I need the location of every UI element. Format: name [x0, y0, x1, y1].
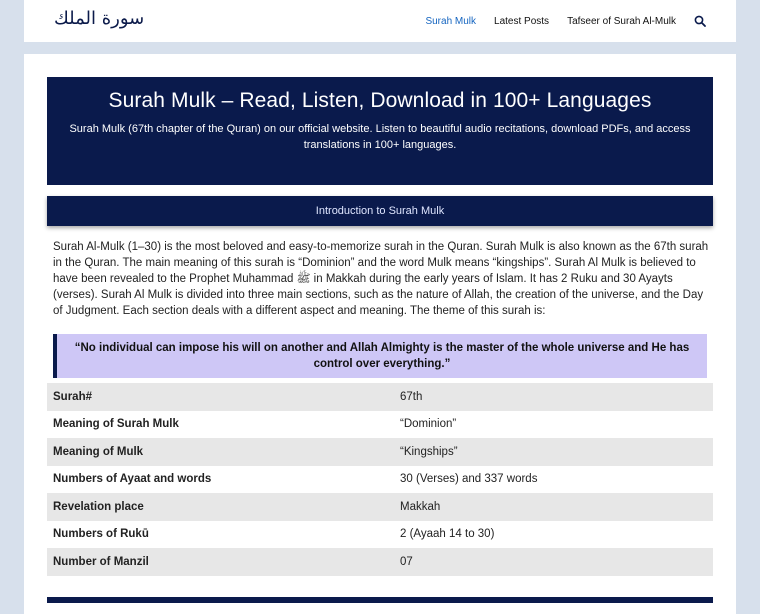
fact-label: Number of Manzil — [53, 555, 149, 568]
search-icon[interactable] — [694, 15, 706, 27]
fact-label: Revelation place — [53, 500, 144, 513]
site-logo[interactable]: سورة الملك — [54, 8, 144, 29]
table-row: Meaning of Surah Mulk “Dominion” — [47, 411, 713, 439]
intro-heading: Introduction to Surah Mulk — [315, 205, 445, 217]
fact-label: Meaning of Mulk — [53, 445, 144, 458]
main-content: Surah Mulk – Read, Listen, Download in 1… — [24, 54, 736, 614]
surah-facts-table: Surah# 67th Meaning of Surah Mulk “Domin… — [47, 383, 713, 576]
intro-heading-bar: Introduction to Surah Mulk — [47, 196, 713, 226]
fact-value: “Dominion” — [400, 418, 457, 431]
hero-banner: Surah Mulk – Read, Listen, Download in 1… — [47, 77, 713, 185]
fact-label: Surah# — [53, 390, 92, 403]
fact-value: Makkah — [400, 500, 441, 513]
fact-value: 07 — [400, 555, 413, 568]
fact-label: Meaning of Surah Mulk — [53, 418, 179, 431]
intro-paragraph: Surah Al-Mulk (1–30) is the most beloved… — [53, 241, 709, 317]
nav-item-tafseer[interactable]: Tafseer of Surah Al-Mulk — [567, 16, 676, 27]
next-section-bar — [47, 597, 713, 603]
fact-value: 67th — [400, 390, 423, 403]
nav-item-latest-posts[interactable]: Latest Posts — [494, 16, 549, 27]
hero-subtitle: Surah Mulk (67th chapter of the Quran) o… — [69, 123, 691, 151]
fact-value: “Kingships” — [400, 445, 458, 458]
theme-quote: “No individual can impose his will on an… — [53, 334, 707, 378]
table-row: Number of Manzil 07 — [47, 548, 713, 576]
table-row: Revelation place Makkah — [47, 493, 713, 521]
table-row: Numbers of Ayaat and words 30 (Verses) a… — [47, 466, 713, 494]
nav-item-surah-mulk[interactable]: Surah Mulk — [425, 16, 476, 27]
table-row: Meaning of Mulk “Kingships” — [47, 438, 713, 466]
page-title: Surah Mulk – Read, Listen, Download in 1… — [108, 89, 652, 112]
fact-value: 2 (Ayaah 14 to 30) — [400, 528, 495, 541]
fact-label: Numbers of Rukū — [53, 528, 149, 541]
table-row: Surah# 67th — [47, 383, 713, 411]
table-row: Numbers of Rukū 2 (Ayaah 14 to 30) — [47, 521, 713, 549]
fact-value: 30 (Verses) and 337 words — [400, 473, 538, 486]
main-nav: Surah Mulk Latest Posts Tafseer of Surah… — [425, 0, 706, 42]
fact-label: Numbers of Ayaat and words — [53, 473, 212, 486]
top-navigation-bar: سورة الملك Surah Mulk Latest Posts Tafse… — [24, 0, 736, 42]
